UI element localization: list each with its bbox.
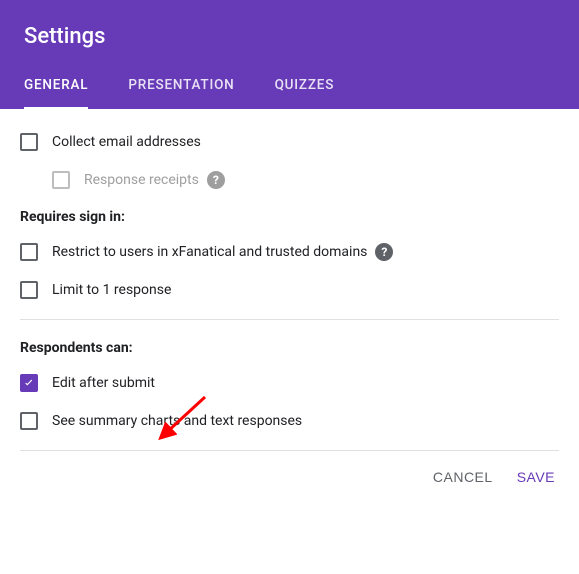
section-requires-signin: Requires sign in: — [20, 209, 559, 225]
cancel-button[interactable]: CANCEL — [433, 469, 493, 485]
divider — [20, 319, 559, 320]
label-limit-one: Limit to 1 response — [52, 282, 171, 298]
label-see-summary: See summary charts and text responses — [52, 413, 302, 429]
checkbox-see-summary[interactable] — [20, 412, 38, 430]
tabs: GENERAL PRESENTATION QUIZZES — [24, 77, 555, 109]
label-edit-after-submit: Edit after submit — [52, 375, 155, 391]
checkbox-response-receipts — [52, 171, 70, 189]
help-icon[interactable]: ? — [207, 171, 225, 189]
label-response-receipts: Response receipts — [84, 172, 199, 188]
label-collect-email: Collect email addresses — [52, 134, 201, 150]
content: Collect email addresses Response receipt… — [0, 109, 579, 451]
footer: CANCEL SAVE — [0, 451, 579, 503]
tab-quizzes[interactable]: QUIZZES — [275, 77, 335, 109]
tab-presentation[interactable]: PRESENTATION — [128, 77, 234, 109]
dialog-title: Settings — [24, 24, 555, 49]
save-button[interactable]: SAVE — [517, 469, 555, 485]
help-icon[interactable]: ? — [375, 243, 393, 261]
section-respondents-can: Respondents can: — [20, 340, 559, 356]
checkbox-collect-email[interactable] — [20, 133, 38, 151]
tab-general[interactable]: GENERAL — [24, 77, 88, 110]
checkbox-limit-one[interactable] — [20, 281, 38, 299]
label-restrict-domain: Restrict to users in xFanatical and trus… — [52, 244, 367, 260]
checkbox-edit-after-submit[interactable] — [20, 374, 38, 392]
dialog-header: Settings GENERAL PRESENTATION QUIZZES — [0, 0, 579, 109]
checkbox-restrict-domain[interactable] — [20, 243, 38, 261]
